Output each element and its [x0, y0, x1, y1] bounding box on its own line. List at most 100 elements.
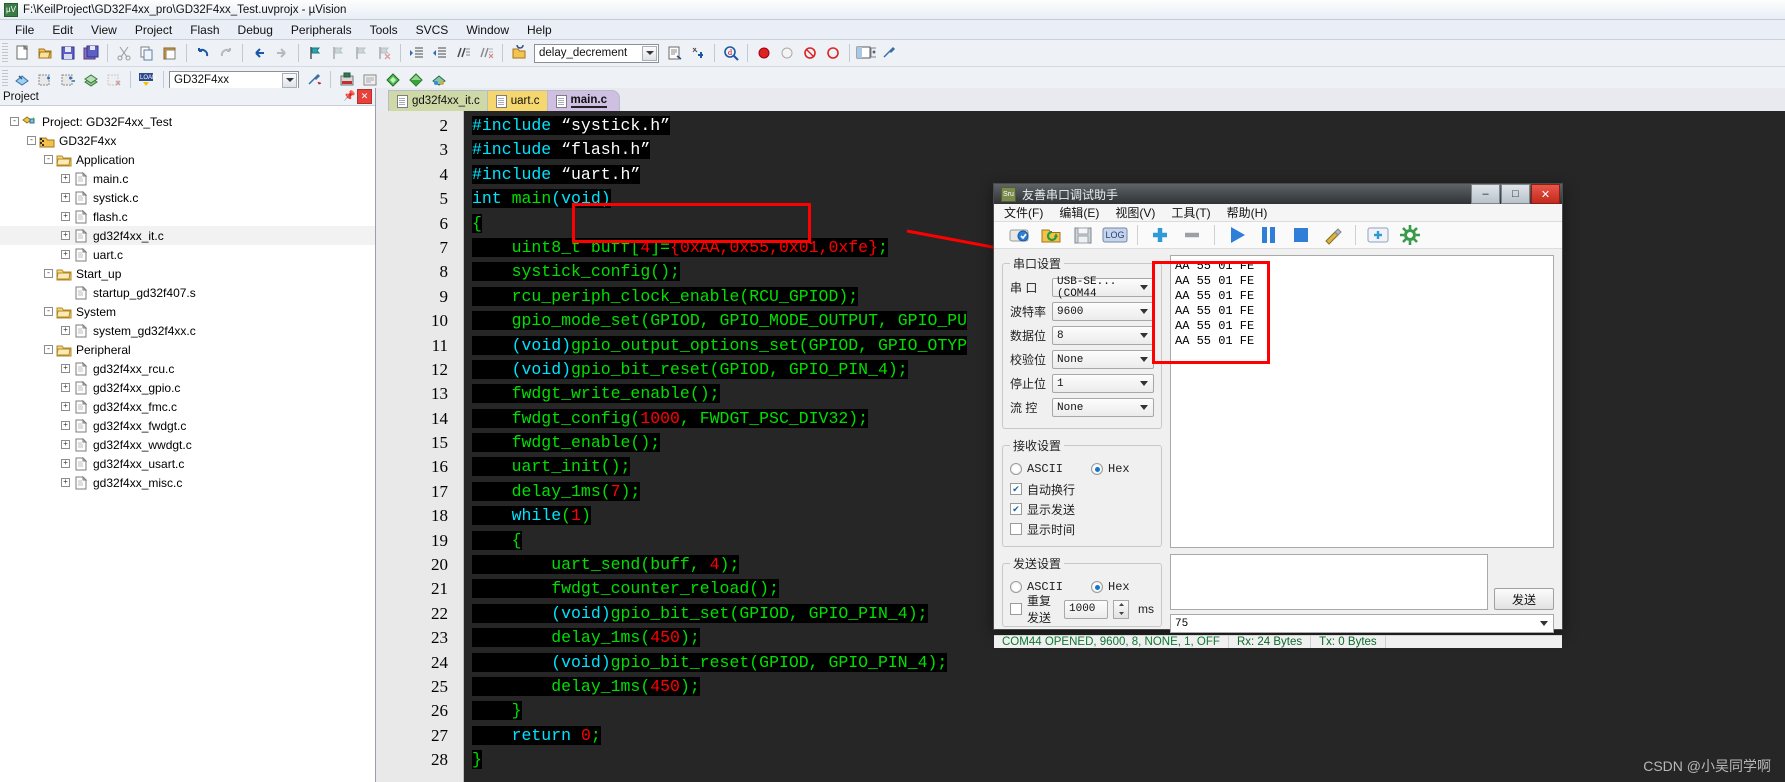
expand-icon[interactable]: + [61, 478, 70, 487]
collapse-icon[interactable]: - [44, 269, 53, 278]
bookmark-toggle-icon[interactable] [304, 42, 326, 64]
menu-edit[interactable]: Edit [43, 21, 82, 39]
new-tab-icon[interactable] [1365, 222, 1391, 248]
tree-item-gd32f4xx-fwdgt-c[interactable]: + gd32f4xx_fwdgt.c [0, 416, 375, 435]
tree-item-gd32f4xx-wwdgt-c[interactable]: + gd32f4xx_wwdgt.c [0, 435, 375, 454]
forward-icon[interactable] [271, 42, 293, 64]
parity-select[interactable]: None [1052, 350, 1154, 369]
stepper-up-icon[interactable] [1114, 601, 1128, 610]
collapse-icon[interactable]: - [44, 155, 53, 164]
tree-item-startup-gd32f407-s[interactable]: startup_gd32f407.s [0, 283, 375, 302]
tree-item-gd32f4xx-usart-c[interactable]: + gd32f4xx_usart.c [0, 454, 375, 473]
save-icon[interactable] [1070, 222, 1096, 248]
repeat-send-checkbox[interactable] [1010, 603, 1022, 615]
tree-item-flash-c[interactable]: + flash.c [0, 207, 375, 226]
menu-window[interactable]: Window [457, 21, 518, 39]
project-tree[interactable]: - Project: GD32F4xx_Test - GD32F4xx - Applica… [0, 106, 375, 782]
minimize-button[interactable]: – [1471, 184, 1500, 204]
find-icon[interactable]: d [720, 42, 742, 64]
expand-icon[interactable]: + [61, 383, 70, 392]
toolbar-grip[interactable] [2, 70, 8, 90]
open-file-icon[interactable] [34, 42, 56, 64]
send-textarea[interactable] [1170, 554, 1488, 610]
uncomment-icon[interactable] [475, 42, 497, 64]
collapse-icon[interactable]: - [10, 117, 19, 126]
breakpoint-disable-icon[interactable] [776, 42, 798, 64]
receive-ascii-radio[interactable] [1010, 463, 1022, 475]
chevron-down-icon[interactable] [642, 45, 657, 61]
expand-icon[interactable]: + [61, 402, 70, 411]
bookmark-next-icon[interactable] [350, 42, 372, 64]
maximize-button[interactable]: □ [1501, 184, 1530, 204]
received-data-area[interactable]: AA 55 01 FE AA 55 01 FE AA 55 01 FE AA 55 0… [1170, 255, 1554, 548]
tree-item-gd32f4xx[interactable]: - GD32F4xx [0, 131, 375, 150]
receive-hex-radio[interactable] [1091, 463, 1104, 475]
back-icon[interactable] [248, 42, 270, 64]
expand-icon[interactable]: + [61, 459, 70, 468]
expand-icon[interactable]: + [61, 250, 70, 259]
expand-icon[interactable]: + [61, 193, 70, 202]
send-hex-radio[interactable] [1091, 581, 1104, 593]
menu-file[interactable]: File [6, 21, 43, 39]
tree-item-peripheral[interactable]: - Peripheral [0, 340, 375, 359]
menu-debug[interactable]: Debug [229, 21, 282, 39]
repeat-interval-stepper[interactable] [1113, 599, 1129, 619]
tree-item-uart-c[interactable]: + uart.c [0, 245, 375, 264]
databits-select[interactable]: 8 [1052, 326, 1154, 345]
expand-icon[interactable]: + [61, 174, 70, 183]
serial-menu-file[interactable]: 文件(F) [1004, 204, 1043, 221]
paste-icon[interactable] [159, 42, 181, 64]
tree-item-gd32f4xx-fmc-c[interactable]: + gd32f4xx_fmc.c [0, 397, 375, 416]
cut-icon[interactable] [113, 42, 135, 64]
port-select[interactable]: USB-SE... (COM44 [1052, 276, 1154, 300]
tab-gd32f4xx-it-c[interactable]: gd32f4xx_it.c [388, 90, 493, 111]
serial-menu-tools[interactable]: 工具(T) [1171, 204, 1210, 221]
bookmark-clear-icon[interactable] [373, 42, 395, 64]
stop-icon[interactable] [1288, 222, 1314, 248]
close-button[interactable]: ✕ [1531, 184, 1560, 204]
pin-icon[interactable]: 📌 [342, 89, 357, 104]
tab-main-c[interactable]: main.c [546, 90, 620, 111]
function-combo[interactable]: delay_decrement [534, 43, 659, 63]
play-icon[interactable] [1224, 222, 1250, 248]
expand-icon[interactable]: + [61, 421, 70, 430]
settings-icon[interactable] [1397, 222, 1423, 248]
menu-tools[interactable]: Tools [361, 21, 407, 39]
collapse-icon[interactable]: - [27, 136, 36, 145]
serial-menu-view[interactable]: 视图(V) [1115, 204, 1155, 221]
configure-icon[interactable] [878, 42, 900, 64]
expand-icon[interactable]: + [61, 364, 70, 373]
tree-item-main-c[interactable]: + main.c [0, 169, 375, 188]
pause-icon[interactable] [1256, 222, 1282, 248]
tree-item-application[interactable]: - Application [0, 150, 375, 169]
clear-icon[interactable] [1320, 222, 1346, 248]
stopbits-select[interactable]: 1 [1052, 374, 1154, 393]
bookmark-prev-icon[interactable] [327, 42, 349, 64]
send-history-combo[interactable]: 75 [1170, 614, 1554, 633]
tab-uart-c[interactable]: uart.c [486, 90, 553, 111]
remove-icon[interactable] [1179, 222, 1205, 248]
tree-item-gd32f4xx-gpio-c[interactable]: + gd32f4xx_gpio.c [0, 378, 375, 397]
flowcontrol-select[interactable]: None [1052, 398, 1154, 417]
tree-item-gd32f4xx-it-c[interactable]: + gd32f4xx_it.c [0, 226, 375, 245]
insert-file-icon[interactable] [664, 42, 686, 64]
target-combo[interactable]: GD32F4xx [169, 70, 299, 90]
show-time-row[interactable]: 显示时间 [1010, 519, 1154, 539]
tree-item-system[interactable]: - System [0, 302, 375, 321]
auto-newline-checkbox[interactable]: ✔ [1010, 483, 1022, 495]
collapse-icon[interactable]: - [44, 345, 53, 354]
show-time-checkbox[interactable] [1010, 523, 1022, 535]
menu-svcs[interactable]: SVCS [407, 21, 458, 39]
expand-icon[interactable]: + [61, 212, 70, 221]
indent-decrease-icon[interactable] [429, 42, 451, 64]
copy-icon[interactable] [136, 42, 158, 64]
tree-item-systick-c[interactable]: + systick.c [0, 188, 375, 207]
menu-view[interactable]: View [82, 21, 126, 39]
expand-icon[interactable]: + [61, 440, 70, 449]
show-send-checkbox[interactable]: ✔ [1010, 503, 1022, 515]
repeat-interval-input[interactable]: 1000 [1064, 599, 1108, 619]
save-icon[interactable] [57, 42, 79, 64]
indent-increase-icon[interactable] [406, 42, 428, 64]
breakpoint-icon[interactable] [753, 42, 775, 64]
repeat-send-row[interactable]: 重复发送 1000 ms [1010, 594, 1154, 625]
